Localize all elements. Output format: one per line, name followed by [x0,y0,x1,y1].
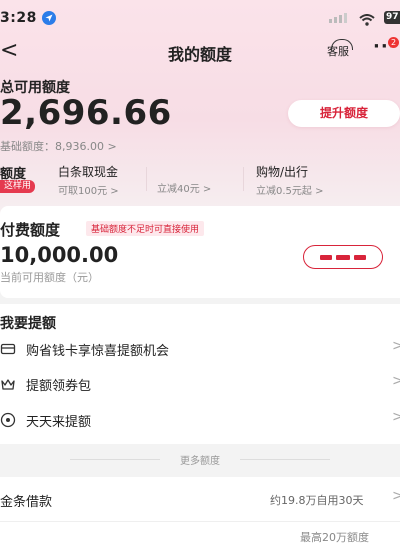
boost-item-label: 天天来提额 [26,415,92,430]
more-credit-divider[interactable]: 更多额度 [0,450,400,468]
loan-value: 约19.8万自用30天 [270,494,364,507]
tab-discount[interactable]: 立减40元 > [157,163,211,195]
target-icon [0,412,16,428]
chevron-right-icon: > [392,409,400,425]
loan-label: 金条借款 [0,495,53,510]
loan-max-value: 最高20万额度 [300,531,369,544]
chevron-right-icon: > [392,488,400,504]
location-arrow-icon [42,11,56,25]
paid-credit-action-button[interactable] [303,245,383,269]
tab-shopping-travel[interactable]: 购物/出行 立减0.5元起 > [256,163,323,197]
paid-credit-amount: 10,000.00 [0,243,119,267]
boost-item-daily[interactable]: 天天来提额 > [0,402,400,438]
tab-cash-withdraw[interactable]: 白条取现金 可取100元 > [58,163,119,197]
tab-sublabel: 可取100元 > [58,186,119,197]
status-time: 3:28 [0,10,37,26]
paid-credit-tag: 基础额度不足时可直接使用 [86,221,205,236]
card-icon [0,341,16,357]
tab-label: 购物/出行 [256,165,309,179]
chevron-right-icon: > [392,373,400,389]
loan-card[interactable]: 金条借款 约19.8万自用30天 > 最高20万额度 [0,477,400,547]
credit-usage-tabs: 额度 这样用 白条取现金 可取100元 > 立减40元 > 购物/出行 立减0.… [0,163,400,199]
headset-icon [331,39,353,50]
tab-credit-usage[interactable]: 额度 这样用 [0,163,36,193]
more-credit-label: 更多额度 [180,456,220,467]
boost-item-coupon-pack[interactable]: 提额领券包 > [0,366,400,402]
tab-divider [146,167,147,191]
battery-indicator: 97 [384,11,400,24]
tab-sublabel: 立减0.5元起 > [256,186,324,197]
total-credit-amount: 2,696.66 [0,93,172,133]
paid-credit-sublabel: 当前可用额度（元） [0,271,99,284]
customer-service-button[interactable]: 客服 [327,39,353,59]
boost-item-label: 购省钱卡享惊喜提额机会 [26,344,170,359]
usage-badge: 这样用 [0,180,36,193]
tab-sublabel: 立减40元 > [157,184,212,195]
tab-label [157,163,211,178]
chevron-right-icon: > [392,338,400,354]
raise-credit-button[interactable]: 提升额度 [288,100,400,127]
row-divider [0,521,400,522]
paid-credit-card: 付费额度 基础额度不足时可直接使用 10,000.00 当前可用额度（元） [0,206,400,298]
boost-item-label: 提额领券包 [26,379,92,394]
tab-label: 白条取现金 [58,165,119,179]
notification-badge: 2 [388,37,400,48]
boost-item-save-card[interactable]: 购省钱卡享惊喜提额机会 > [0,331,400,367]
paid-credit-title: 付费额度 [0,221,61,239]
tab-divider [243,167,244,191]
cellular-signal-icon [329,13,347,23]
wifi-icon [359,11,375,30]
divider-line [240,459,330,460]
base-credit-link[interactable]: 基础额度：8,936.00 > [0,138,117,154]
crown-icon [0,376,16,392]
boost-section-title: 我要提额 [0,316,56,332]
boost-credit-section: 我要提额 购省钱卡享惊喜提额机会 > 提额领券包 > 天天来提额 > [0,304,400,444]
